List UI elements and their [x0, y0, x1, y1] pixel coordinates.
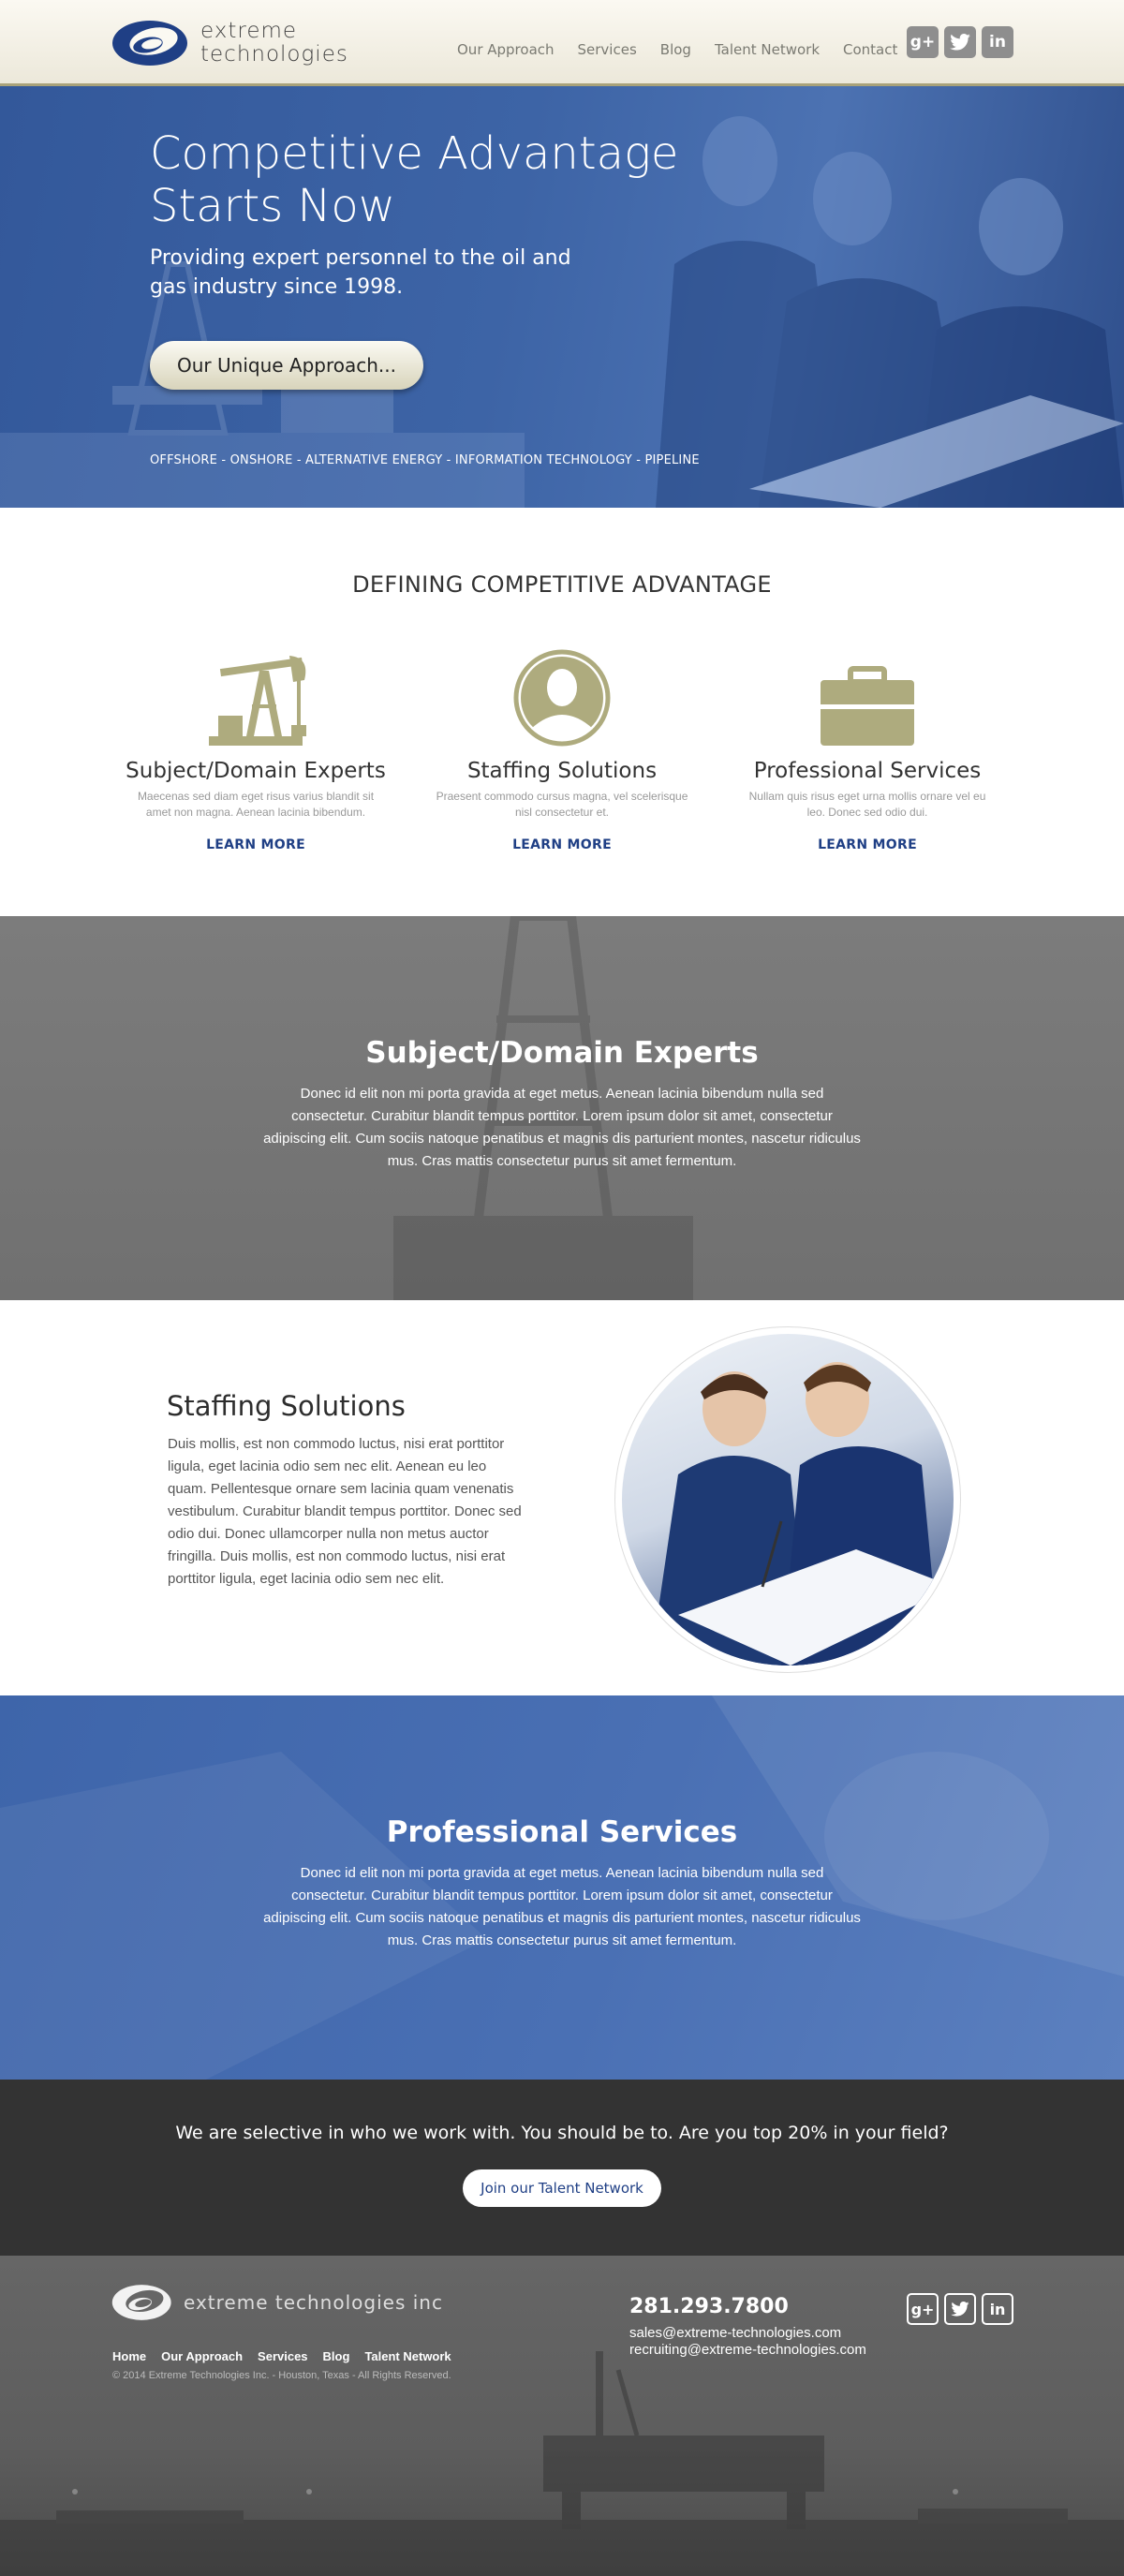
google-plus-icon[interactable]: g+ — [907, 2293, 939, 2325]
learn-more-link[interactable]: LEARN MORE — [115, 837, 396, 852]
learn-more-link[interactable]: LEARN MORE — [727, 837, 1008, 852]
defining-section: DEFINING COMPETITIVE ADVANTAGE Subject/D… — [0, 508, 1124, 916]
linkedin-icon[interactable]: in — [982, 26, 1013, 58]
professional-services-title: Professional Services — [386, 1815, 738, 1849]
domain-experts-title: Subject/Domain Experts — [365, 1036, 759, 1070]
staffing-photo — [622, 1334, 954, 1666]
logo[interactable]: extreme technologies — [111, 17, 348, 69]
nav-talent-network[interactable]: Talent Network — [715, 41, 820, 58]
hero-subtitle: Providing expert personnel to the oil an… — [150, 246, 571, 299]
footer-logo-text: extreme technologies inc — [184, 2291, 443, 2314]
logo-text: extreme technologies — [200, 20, 348, 67]
phone-number[interactable]: 281.293.7800 — [629, 2295, 789, 2318]
hero-sectors-list: OFFSHORE - ONSHORE - ALTERNATIVE ENERGY … — [150, 453, 700, 467]
twitter-icon[interactable] — [944, 2293, 976, 2325]
logo-line-1: extreme — [200, 19, 298, 43]
feature-text: Nullam quis risus eget urna mollis ornar… — [748, 790, 986, 819]
feature-professional-services: Professional Services Nullam quis risus … — [727, 643, 1008, 852]
footer-nav-our-approach[interactable]: Our Approach — [161, 2349, 243, 2363]
google-plus-icon[interactable]: g+ — [907, 26, 939, 58]
footer-nav-services[interactable]: Services — [258, 2349, 308, 2363]
talent-network-cta: We are selective in who we work with. Yo… — [0, 2080, 1124, 2256]
staffing-body: Duis mollis, est non commodo luctus, nis… — [168, 1436, 522, 1587]
learn-more-link[interactable]: LEARN MORE — [422, 837, 702, 852]
feature-title: Professional Services — [753, 759, 982, 783]
recruiting-email-link[interactable]: recruiting@extreme-technologies.com — [629, 2342, 866, 2358]
twitter-icon[interactable] — [944, 26, 976, 58]
logo-swirl-icon — [111, 2285, 171, 2320]
defining-title: DEFINING COMPETITIVE ADVANTAGE — [352, 571, 772, 598]
footer-nav-blog[interactable]: Blog — [323, 2349, 350, 2363]
feature-title: Staffing Solutions — [466, 759, 658, 783]
person-icon — [513, 649, 611, 747]
nav-services[interactable]: Services — [578, 41, 637, 58]
nav-our-approach[interactable]: Our Approach — [457, 41, 555, 58]
nav-contact[interactable]: Contact — [843, 41, 897, 58]
footer-logo[interactable]: extreme technologies inc — [111, 2282, 443, 2323]
logo-line-2: technologies — [200, 42, 348, 67]
linkedin-icon[interactable]: in — [982, 2293, 1013, 2325]
sales-email-link[interactable]: sales@extreme-technologies.com — [629, 2325, 841, 2341]
domain-experts-section: Subject/Domain Experts Donec id elit non… — [0, 916, 1124, 1300]
feature-text: Maecenas sed diam eget risus varius blan… — [137, 790, 375, 819]
staffing-title: Staffing Solutions — [167, 1390, 406, 1422]
hero-title: Competitive Advantage Starts Now — [150, 127, 679, 232]
feature-staffing-solutions: Staffing Solutions Praesent commodo curs… — [422, 643, 702, 852]
copyright: © 2014 Extreme Technologies Inc. - Houst… — [112, 2370, 451, 2381]
footer-nav: Home Our Approach Services Blog Talent N… — [112, 2349, 466, 2363]
nav-blog[interactable]: Blog — [660, 41, 691, 58]
professional-services-body: Donec id elit non mi porta gravida at eg… — [263, 1865, 861, 1948]
hero-section: Competitive Advantage Starts Now Providi… — [0, 86, 1124, 508]
footer-nav-home[interactable]: Home — [112, 2349, 146, 2363]
briefcase-icon — [821, 666, 914, 746]
domain-experts-body: Donec id elit non mi porta gravida at eg… — [263, 1086, 861, 1169]
oil-pump-icon — [209, 656, 306, 746]
professional-services-section: Professional Services Donec id elit non … — [0, 1695, 1124, 2080]
offshore-platform-background-icon — [0, 2351, 1124, 2576]
header-social-links: g+ in — [907, 26, 1013, 58]
feature-domain-experts: Subject/Domain Experts Maecenas sed diam… — [115, 643, 396, 852]
staffing-photo-frame — [614, 1326, 961, 1673]
our-approach-button[interactable]: Our Unique Approach... — [150, 341, 423, 390]
feature-title: Subject/Domain Experts — [126, 759, 386, 783]
footer-social-links: g+ in — [907, 2293, 1013, 2325]
feature-text: Praesent commodo cursus magna, vel scele… — [436, 790, 688, 819]
cta-text: We are selective in who we work with. Yo… — [175, 2123, 949, 2143]
business-men-photo — [650, 1362, 954, 1666]
join-talent-network-button[interactable]: Join our Talent Network — [463, 2169, 661, 2207]
logo-swirl-icon — [112, 21, 187, 66]
site-header: extreme technologies Our Approach Servic… — [0, 0, 1124, 86]
staffing-solutions-section: Staffing Solutions Duis mollis, est non … — [0, 1300, 1124, 1695]
main-nav: Our Approach Services Blog Talent Networ… — [457, 41, 921, 58]
site-footer: extreme technologies inc Home Our Approa… — [0, 2256, 1124, 2576]
footer-nav-talent-network[interactable]: Talent Network — [364, 2349, 451, 2363]
